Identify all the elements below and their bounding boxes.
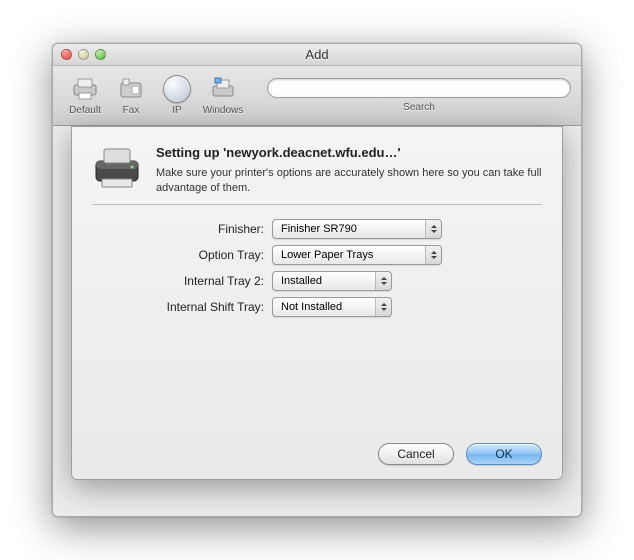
chevron-updown-icon <box>375 298 391 316</box>
toolbar: Default Fax IP Windows Search <box>53 66 581 126</box>
windows-printer-icon <box>209 75 237 103</box>
window-title: Add <box>53 47 581 62</box>
sheet-spacer <box>92 323 542 433</box>
search-label: Search <box>403 102 435 113</box>
toolbar-label: IP <box>172 105 181 116</box>
finisher-select[interactable]: Finisher SR790 <box>272 219 442 239</box>
fax-icon <box>117 75 145 103</box>
printer-options-sheet: Setting up 'newyork.deacnet.wfu.edu…' Ma… <box>71 126 563 480</box>
select-value: Not Installed <box>281 301 342 313</box>
select-value: Finisher SR790 <box>281 223 357 235</box>
select-value: Installed <box>281 275 322 287</box>
button-label: Cancel <box>397 447 434 461</box>
option-label: Internal Shift Tray: <box>92 300 272 314</box>
internal-shift-tray-select[interactable]: Not Installed <box>272 297 392 317</box>
option-row-internal-shift-tray: Internal Shift Tray: Not Installed <box>92 297 542 317</box>
sheet-header: Setting up 'newyork.deacnet.wfu.edu…' Ma… <box>92 145 542 196</box>
option-label: Finisher: <box>92 222 272 236</box>
internal-tray-2-select[interactable]: Installed <box>272 271 392 291</box>
printer-large-icon <box>92 145 142 191</box>
toolbar-item-windows[interactable]: Windows <box>201 75 245 116</box>
option-row-finisher: Finisher: Finisher SR790 <box>92 219 542 239</box>
toolbar-item-ip[interactable]: IP <box>155 75 199 116</box>
minimize-icon <box>78 49 89 60</box>
printer-icon <box>71 75 99 103</box>
sheet-divider <box>92 204 542 205</box>
search-wrap: Search <box>267 78 571 113</box>
option-row-option-tray: Option Tray: Lower Paper Trays <box>92 245 542 265</box>
content-area: Queue: olin305can Name: newyork.deacnet.… <box>53 126 581 516</box>
option-row-internal-tray-2: Internal Tray 2: Installed <box>92 271 542 291</box>
chevron-updown-icon <box>425 220 441 238</box>
cancel-button[interactable]: Cancel <box>378 443 454 465</box>
toolbar-label: Fax <box>123 105 140 116</box>
toolbar-item-fax[interactable]: Fax <box>109 75 153 116</box>
sheet-description: Make sure your printer's options are acc… <box>156 166 542 196</box>
add-printer-window: Add Default Fax IP Windows <box>52 43 582 517</box>
zoom-icon[interactable] <box>95 49 106 60</box>
toolbar-label: Default <box>69 105 101 116</box>
globe-icon <box>163 75 191 103</box>
toolbar-item-default[interactable]: Default <box>63 75 107 116</box>
chevron-updown-icon <box>425 246 441 264</box>
sheet-title: Setting up 'newyork.deacnet.wfu.edu…' <box>156 145 542 160</box>
option-label: Internal Tray 2: <box>92 274 272 288</box>
select-value: Lower Paper Trays <box>281 249 373 261</box>
option-label: Option Tray: <box>92 248 272 262</box>
ok-button[interactable]: OK <box>466 443 542 465</box>
titlebar: Add <box>53 44 581 66</box>
chevron-updown-icon <box>375 272 391 290</box>
toolbar-label: Windows <box>203 105 244 116</box>
close-icon[interactable] <box>61 49 72 60</box>
search-input[interactable] <box>267 78 571 98</box>
traffic-lights <box>53 49 106 60</box>
option-tray-select[interactable]: Lower Paper Trays <box>272 245 442 265</box>
button-label: OK <box>495 447 512 461</box>
button-row: Cancel OK <box>92 443 542 465</box>
